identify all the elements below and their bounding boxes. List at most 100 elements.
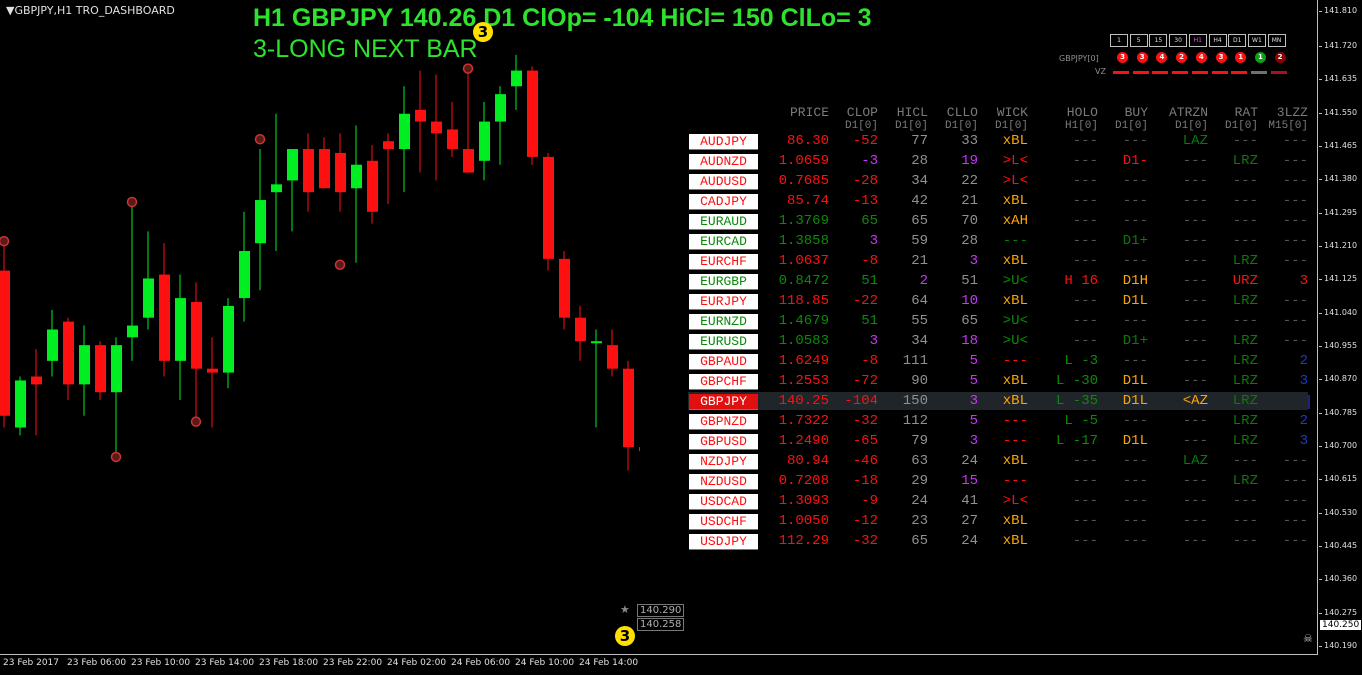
table-row: NZDJPY 80.94 -46 63 24 xBL --- --- LAZ --- ---	[688, 452, 1308, 470]
table-cell: ---	[1072, 293, 1098, 309]
table-cell: 150	[902, 393, 928, 409]
pair-button[interactable]: USDCHF	[689, 514, 758, 530]
pair-button[interactable]: AUDJPY	[689, 134, 758, 150]
table-cell: ---	[1122, 253, 1148, 269]
pair-button[interactable]: CADJPY	[689, 194, 758, 210]
bull-candle	[127, 325, 138, 338]
table-row: GBPJPY 140.25 -104 150 3 xBL L -35 D1L <AZ LRZ	[688, 392, 1310, 410]
table-cell: L -30	[1055, 373, 1098, 389]
candlestick-chart[interactable]	[0, 0, 640, 655]
table-cell: ---	[1232, 233, 1258, 249]
table-cell: xBL	[1002, 373, 1028, 389]
table-cell: 2	[1299, 413, 1308, 429]
table-cell: ---	[1232, 453, 1258, 469]
pair-button[interactable]: EURUSD	[689, 334, 758, 350]
table-cell: 19	[961, 153, 978, 169]
pair-button[interactable]: EURGBP	[689, 274, 758, 290]
table-cell: ---	[1072, 453, 1098, 469]
table-cell: >L<	[1002, 173, 1028, 189]
pair-button[interactable]: USDJPY	[689, 534, 758, 550]
pair-button[interactable]: GBPAUD	[689, 354, 758, 370]
pair-button[interactable]: EURAUD	[689, 214, 758, 230]
table-cell: ---	[1282, 493, 1308, 509]
table-cell: -3	[861, 153, 878, 169]
signal-dot: 1	[1235, 52, 1247, 63]
pair-button[interactable]: EURCAD	[689, 234, 758, 250]
table-cell: ---	[1122, 213, 1148, 229]
timeframe-button-30[interactable]: 30	[1169, 34, 1188, 47]
table-cell: xBL	[1002, 193, 1028, 209]
bear-candle	[559, 258, 570, 318]
table-cell: ---	[1122, 473, 1148, 489]
timeframe-button-5[interactable]: 5	[1129, 34, 1148, 47]
table-cell: 10	[961, 293, 978, 309]
timeframe-button-h1[interactable]: H1	[1188, 34, 1207, 47]
pair-button[interactable]: GBPCHF	[689, 374, 758, 390]
table-cell: 34	[911, 173, 928, 189]
column-subheader: M15[0]	[1268, 120, 1308, 132]
pair-button[interactable]: AUDNZD	[689, 154, 758, 170]
table-cell: ---	[1182, 433, 1208, 449]
column-subheader: D1[0]	[1224, 120, 1258, 132]
table-cell: ---	[1182, 513, 1208, 529]
selection-indicator	[1308, 395, 1310, 409]
pair-button[interactable]: EURJPY	[689, 294, 758, 310]
pair-button[interactable]: USDCAD	[689, 494, 758, 510]
table-cell: -9	[861, 493, 878, 509]
signal-dot: 2	[1176, 52, 1188, 63]
pair-button[interactable]: AUDUSD	[689, 174, 758, 190]
table-cell: 65	[911, 533, 928, 549]
time-axis[interactable]: 23 Feb 2017 23 Feb 06:00 23 Feb 10:00 23 Fe…	[0, 656, 1318, 675]
pair-button[interactable]: NZDJPY	[689, 454, 758, 470]
bull-candle	[399, 113, 410, 150]
pair-button[interactable]: GBPJPY	[689, 394, 758, 410]
pair-button[interactable]: GBPUSD	[689, 434, 758, 450]
timeframe-button-h4[interactable]: H4	[1208, 34, 1227, 47]
bull-candle	[47, 329, 58, 361]
pair-button[interactable]: EURCHF	[689, 254, 758, 270]
table-cell: ---	[1072, 133, 1098, 149]
table-cell: 55	[911, 313, 928, 329]
bear-candle	[543, 156, 554, 259]
vz-bar	[1113, 71, 1129, 74]
timeframe-button-w1[interactable]: W1	[1247, 34, 1266, 47]
table-row: AUDJPY 86.30 -52 77 33 xBL --- --- LAZ --- ---	[688, 132, 1308, 150]
table-cell: 2	[1299, 353, 1308, 369]
column-header: CLOP	[846, 105, 878, 120]
table-cell: 118.85	[778, 293, 829, 309]
bear-candle	[335, 152, 346, 193]
vz-bar	[1270, 71, 1287, 74]
timeframe-button-d1[interactable]: D1	[1228, 34, 1247, 47]
pair-button[interactable]: GBPNZD	[689, 414, 758, 430]
table-cell: 5	[969, 353, 978, 369]
bull-candle	[479, 121, 490, 161]
column-subheader: D1[0]	[944, 120, 978, 132]
table-cell: ---	[1182, 173, 1208, 189]
pair-button[interactable]: EURNZD	[689, 314, 758, 330]
table-cell: ---	[1122, 413, 1148, 429]
bull-candle	[15, 380, 26, 428]
table-cell: 140.25	[778, 393, 829, 409]
time-tick-label: 23 Feb 10:00	[131, 658, 191, 668]
table-cell: ---	[1182, 533, 1208, 549]
signal-dot: 4	[1195, 52, 1207, 63]
timeframe-button-mn[interactable]: MN	[1267, 34, 1286, 47]
vz-bar	[1250, 71, 1267, 74]
price-tick-label: 140.275	[1318, 607, 1358, 617]
chart-area[interactable]: ▼GBPJPY,H1 TRO_DASHBOARD H1 GBPJPY 140.2…	[0, 0, 1318, 655]
table-cell: ---	[1002, 353, 1028, 369]
price-axis[interactable]: 141.810 141.720 141.635 141.550 141.465 141.3…	[1318, 0, 1362, 655]
price-tick-label: 141.720	[1318, 41, 1358, 51]
pair-button[interactable]: NZDUSD	[689, 474, 758, 490]
table-cell: LRZ	[1232, 293, 1258, 309]
bear-candle	[463, 149, 474, 173]
timeframe-button-1[interactable]: 1	[1110, 34, 1128, 47]
table-cell: xBL	[1002, 533, 1028, 549]
time-tick-label: 23 Feb 22:00	[323, 658, 383, 668]
table-row: EURGBP 0.8472 51 2 51 >U< H 16 D1H --- URZ 3	[688, 272, 1308, 290]
table-cell: LRZ	[1232, 413, 1258, 429]
table-cell: 51	[961, 273, 978, 289]
price-tick-label: 141.295	[1318, 207, 1358, 217]
timeframe-button-15[interactable]: 15	[1149, 34, 1168, 47]
table-cell: 0.7208	[778, 473, 829, 489]
